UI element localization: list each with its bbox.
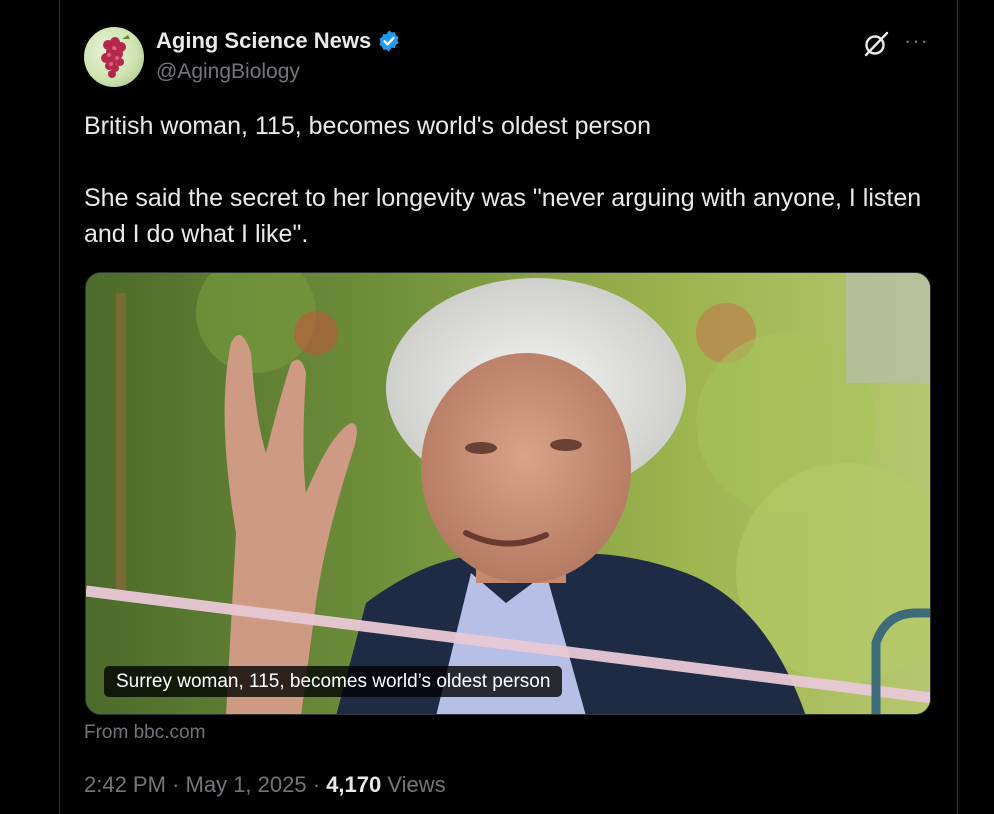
post-text-line1: British woman, 115, becomes world's olde… <box>84 112 652 140</box>
grok-icon[interactable] <box>862 30 890 58</box>
author-name-row[interactable]: Aging Science News <box>156 28 401 54</box>
timeline-border-left <box>59 0 60 814</box>
post-media-image[interactable] <box>85 272 931 715</box>
post-date[interactable]: May 1, 2025 <box>186 772 307 797</box>
source-link[interactable]: From bbc.com <box>84 722 205 744</box>
timeline-border-right <box>957 0 958 814</box>
meta-separator: · <box>172 772 180 797</box>
post-text-line2: She said the secret to her longevity was… <box>84 184 922 248</box>
media-caption: Surrey woman, 115, becomes world’s oldes… <box>104 666 563 697</box>
meta-separator: · <box>312 772 321 797</box>
more-icon[interactable]: ··· <box>904 28 929 54</box>
post-meta: 2:42 PM · May 1, 2025 · 4,170 Views <box>84 772 446 798</box>
post-time[interactable]: 2:42 PM <box>84 772 166 797</box>
avatar[interactable] <box>84 27 144 87</box>
author-handle[interactable]: @AgingBiology <box>156 60 300 84</box>
views-count: 4,170 <box>326 772 382 797</box>
views-label: Views <box>387 772 446 797</box>
photo-illustration <box>86 273 930 714</box>
verified-badge-icon <box>379 30 399 52</box>
author-name[interactable]: Aging Science News <box>156 28 371 54</box>
